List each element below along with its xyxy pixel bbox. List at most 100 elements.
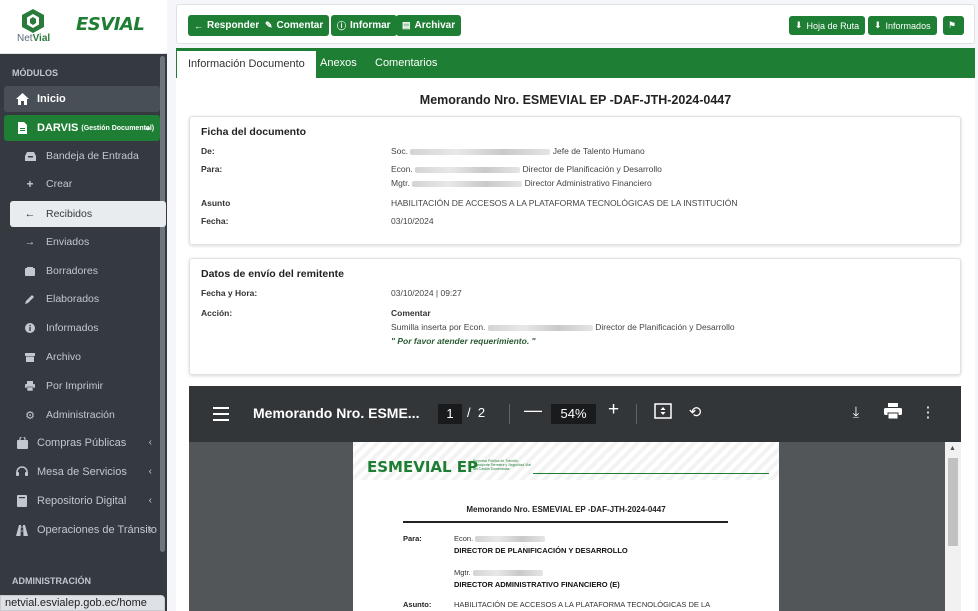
sumilla-role: Director de Planificación y Desarrollo [595,322,735,332]
sidebar-item-label: Por Imprimir [46,380,104,392]
rotate-icon[interactable]: ⟲ [685,403,705,423]
para-value-1: Econ. Director de Planificación y Desarr… [391,164,662,174]
informados-button[interactable]: ⬇ Informados [868,16,937,35]
sidebar-item-label: Informados [46,322,99,334]
pdf-page-input[interactable]: 1 [438,404,462,424]
tab-anexos[interactable]: Anexos [320,48,357,78]
sidebar-item-bandeja[interactable]: Bandeja de Entrada [4,143,160,169]
download-icon[interactable]: ⤓ [846,403,866,423]
plus-icon: + [26,177,34,191]
sidebar-item-por-imprimir[interactable]: Por Imprimir [4,373,160,399]
road-icon [14,524,30,536]
brand-header: NetVial ESVIAL [0,0,167,54]
sidebar-item-inicio[interactable]: Inicio [4,86,160,112]
pdf-para1-role: DIRECTOR DE PLANIFICACIÓN Y DESARROLLO [454,546,628,555]
pdf-scrollbar[interactable]: ▲ [945,442,961,611]
pencil-icon [24,293,36,305]
para2-prefix: Mgtr. [391,178,410,188]
para1-role: Director de Planificación y Desarrollo [522,164,662,174]
sidebar-item-mesa[interactable]: Mesa de Servicios ‹ [4,459,160,485]
archive-icon [24,351,36,363]
tab-comentarios[interactable]: Comentarios [375,48,437,78]
informados-label: Informados [885,20,931,31]
fecha-hora-label: Fecha y Hora: [201,288,258,298]
sidebar-item-label: Administración [46,409,115,421]
browser-status-url: netvial.esvialep.gob.ec/home [0,595,165,611]
sidebar-item-borradores[interactable]: Borradores [4,258,160,284]
esmevial-logo: ESMEVIAL EP [367,458,479,476]
redacted-name [415,166,521,173]
netvial-logo-text: NetVial [17,33,51,44]
sidebar-item-archivo[interactable]: Archivo [4,344,160,370]
chevron-left-icon: ‹ [148,466,152,477]
sidebar-item-label: Compras Públicas [37,437,127,449]
netvial-logo-icon[interactable] [20,8,46,34]
pdf-scrollbar-thumb[interactable] [948,458,958,546]
sidebar-item-enviados[interactable]: → Enviados [4,229,160,255]
responder-label: Responder [207,20,260,31]
scroll-up-icon[interactable]: ▲ [949,445,956,452]
sidebar-item-label: Bandeja de Entrada [46,150,139,162]
informar-button[interactable]: ⓘ Informar [331,15,397,36]
info-icon [24,322,36,334]
hoja-ruta-label: Hoja de Ruta [806,20,860,31]
sidebar-scrollbar[interactable] [160,56,165,552]
arrow-right-icon: → [24,236,36,248]
sumilla-value: Sumilla inserta por Econ. Director de Pl… [391,322,735,332]
more-vert-icon[interactable]: ⋮ [918,403,938,423]
zoom-in-icon[interactable]: + [608,399,619,421]
menu-icon[interactable] [213,407,229,425]
arrow-left-icon: ← [194,20,203,31]
print-icon[interactable] [883,403,903,423]
redacted-name [412,180,523,187]
chevron-down-icon: ⌄ [143,122,152,133]
zoom-out-icon[interactable]: — [524,400,542,421]
sidebar-item-label: Archivo [46,351,82,363]
de-label: De: [201,146,215,156]
esvial-logo[interactable]: ESVIAL [76,14,145,35]
envio-heading: Datos de envío del remitente [201,268,344,280]
arrow-left-icon: ← [24,208,36,220]
chevron-left-icon: ‹ [148,524,152,535]
informar-label: Informar [350,20,391,31]
fecha-label: Fecha: [201,216,229,226]
download-icon: ⬇ [795,20,803,30]
book-icon [14,495,30,507]
sidebar-item-elaborados[interactable]: Elaborados [4,286,160,312]
headset-icon [14,466,30,478]
responder-button[interactable]: ← Responder [188,15,266,36]
sidebar-item-label: Elaborados [46,293,100,305]
comentar-button[interactable]: ✎ Comentar [259,15,330,36]
de-prefix: Soc. [391,146,409,156]
sidebar-item-recibidos[interactable]: ← Recibidos [10,201,166,227]
main-content: Memorando Nro. ESMEVIAL EP -DAF-JTH-2024… [176,78,975,611]
para2-role: Director Administrativo Financiero [524,178,652,188]
tab-informacion-documento[interactable]: Información Documento [177,49,316,78]
pdf-zoom-input[interactable]: 54% [551,404,596,424]
archivar-button[interactable]: ▤ Archivar [396,15,462,36]
home-icon [14,93,30,105]
flag-button[interactable]: ⚑ [943,16,964,35]
para-label: Para: [201,164,223,174]
nota-value: " Por favor atender requerimiento. " [391,336,536,346]
hoja-ruta-button[interactable]: ⬇ Hoja de Ruta [789,16,866,35]
pdf-toolbar: Memorando Nro. ESME... 1 / 2 — 54% + ⟲ ⤓… [189,386,961,442]
sidebar: NetVial ESVIAL MÓDULOS Inicio DARVIS (Ge… [0,0,167,611]
divider [509,404,510,424]
sidebar-item-compras[interactable]: Compras Públicas ‹ [4,430,160,456]
sidebar-item-label: Repositorio Digital [37,495,127,507]
fecha-value: 03/10/2024 [391,216,434,226]
divider [533,473,769,474]
sidebar-item-repositorio[interactable]: Repositorio Digital ‹ [4,488,160,514]
drafts-icon [24,265,36,277]
de-role: Jefe de Talento Humano [552,146,645,156]
sidebar-item-operaciones[interactable]: Operaciones de Tránsito ‹ [4,517,160,543]
sidebar-item-informados[interactable]: Informados [4,315,160,341]
accion-label: Acción: [201,308,233,318]
pdf-title: Memorando Nro. ESME... [253,405,420,421]
sidebar-item-crear[interactable]: + Crear [4,171,160,197]
action-toolbar: ← Responder ✎ Comentar ⓘ Informar ▤ Archivar… [176,4,975,44]
sidebar-item-administracion[interactable]: ⚙ Administración [4,402,160,428]
fit-page-icon[interactable] [653,403,673,423]
sidebar-item-darvis[interactable]: DARVIS (Gestión Documental) ⌄ [4,115,160,141]
